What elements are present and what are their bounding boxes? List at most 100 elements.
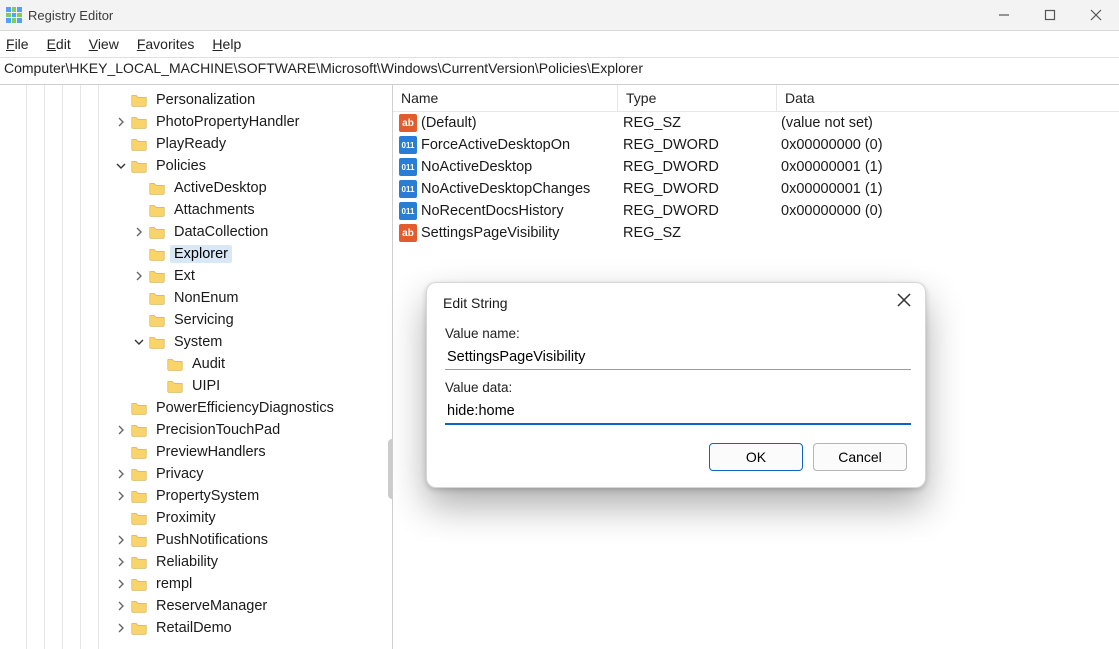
tree-item-label: Policies bbox=[152, 157, 210, 175]
tree-item[interactable]: System bbox=[0, 331, 392, 353]
tree-item[interactable]: Ext bbox=[0, 265, 392, 287]
cancel-button[interactable]: Cancel bbox=[813, 443, 907, 471]
tree-item[interactable]: RetailDemo bbox=[0, 617, 392, 639]
tree-item[interactable]: Attachments bbox=[0, 199, 392, 221]
tree-item[interactable]: Personalization bbox=[0, 89, 392, 111]
value-row[interactable]: abSettingsPageVisibilityREG_SZ bbox=[393, 222, 1119, 244]
value-name-cell: ab(Default) bbox=[393, 114, 615, 132]
menu-view[interactable]: View bbox=[89, 36, 119, 52]
tree-item[interactable]: Audit bbox=[0, 353, 392, 375]
dialog-buttons: OK Cancel bbox=[445, 443, 907, 471]
titlebar-left: Registry Editor bbox=[0, 7, 113, 23]
tree-item-label: DataCollection bbox=[170, 223, 272, 241]
column-header-type[interactable]: Type bbox=[618, 85, 777, 111]
menu-file[interactable]: File bbox=[6, 36, 29, 52]
tree-item[interactable]: PrecisionTouchPad bbox=[0, 419, 392, 441]
value-name-cell: 011NoActiveDesktopChanges bbox=[393, 180, 615, 198]
chevron-right-icon[interactable] bbox=[132, 225, 146, 239]
tree-item[interactable]: NonEnum bbox=[0, 287, 392, 309]
dialog-titlebar: Edit String bbox=[427, 283, 925, 316]
chevron-down-icon[interactable] bbox=[132, 335, 146, 349]
tree-item[interactable]: PlayReady bbox=[0, 133, 392, 155]
value-name-input[interactable] bbox=[445, 345, 911, 370]
tree-item[interactable]: PhotoPropertyHandler bbox=[0, 111, 392, 133]
registry-tree: PersonalizationPhotoPropertyHandlerPlayR… bbox=[0, 85, 392, 639]
value-name-cell: abSettingsPageVisibility bbox=[393, 224, 615, 242]
titlebar: Registry Editor bbox=[0, 0, 1119, 31]
folder-icon bbox=[130, 509, 148, 527]
tree-item[interactable]: ReserveManager bbox=[0, 595, 392, 617]
chevron-right-icon[interactable] bbox=[114, 577, 128, 591]
chevron-right-icon[interactable] bbox=[114, 533, 128, 547]
value-type-cell: REG_DWORD bbox=[615, 203, 773, 219]
ok-button[interactable]: OK bbox=[709, 443, 803, 471]
value-name: NoActiveDesktop bbox=[421, 159, 532, 175]
folder-icon bbox=[130, 597, 148, 615]
chevron-right-icon[interactable] bbox=[114, 115, 128, 129]
tree-item-label: System bbox=[170, 333, 226, 351]
tree-item[interactable]: PushNotifications bbox=[0, 529, 392, 551]
expander-placeholder bbox=[132, 313, 146, 327]
tree-item[interactable]: Proximity bbox=[0, 507, 392, 529]
value-type-cell: REG_DWORD bbox=[615, 137, 773, 153]
expander-placeholder bbox=[150, 357, 164, 371]
chevron-right-icon[interactable] bbox=[114, 423, 128, 437]
tree-item[interactable]: PowerEfficiencyDiagnostics bbox=[0, 397, 392, 419]
value-data-input[interactable] bbox=[445, 399, 911, 425]
minimize-button[interactable] bbox=[981, 0, 1027, 30]
folder-icon bbox=[148, 267, 166, 285]
value-data-cell: 0x00000001 (1) bbox=[773, 159, 1119, 175]
tree-item[interactable]: Servicing bbox=[0, 309, 392, 331]
value-type-cell: REG_SZ bbox=[615, 225, 773, 241]
menu-edit[interactable]: Edit bbox=[47, 36, 71, 52]
chevron-right-icon[interactable] bbox=[114, 599, 128, 613]
chevron-right-icon[interactable] bbox=[132, 269, 146, 283]
reg-sz-icon: ab bbox=[399, 224, 417, 242]
value-name: NoActiveDesktopChanges bbox=[421, 181, 590, 197]
dialog-close-button[interactable] bbox=[897, 293, 911, 312]
value-row[interactable]: ab(Default)REG_SZ(value not set) bbox=[393, 112, 1119, 134]
folder-icon bbox=[148, 311, 166, 329]
expander-placeholder bbox=[132, 247, 146, 261]
reg-dword-icon: 011 bbox=[399, 158, 417, 176]
maximize-button[interactable] bbox=[1027, 0, 1073, 30]
column-header-data[interactable]: Data bbox=[777, 85, 1119, 111]
tree-item[interactable]: Reliability bbox=[0, 551, 392, 573]
value-row[interactable]: 011NoActiveDesktopChangesREG_DWORD0x0000… bbox=[393, 178, 1119, 200]
folder-icon bbox=[130, 399, 148, 417]
tree-item[interactable]: PropertySystem bbox=[0, 485, 392, 507]
tree-item[interactable]: rempl bbox=[0, 573, 392, 595]
tree-item[interactable]: PreviewHandlers bbox=[0, 441, 392, 463]
column-header-name[interactable]: Name bbox=[393, 85, 618, 111]
app-icon bbox=[6, 7, 22, 23]
tree-item[interactable]: ActiveDesktop bbox=[0, 177, 392, 199]
expander-placeholder bbox=[114, 137, 128, 151]
chevron-down-icon[interactable] bbox=[114, 159, 128, 173]
tree-pane[interactable]: PersonalizationPhotoPropertyHandlerPlayR… bbox=[0, 85, 393, 649]
tree-item[interactable]: Explorer bbox=[0, 243, 392, 265]
value-name-cell: 011ForceActiveDesktopOn bbox=[393, 136, 615, 154]
value-row[interactable]: 011NoRecentDocsHistoryREG_DWORD0x0000000… bbox=[393, 200, 1119, 222]
tree-item[interactable]: UIPI bbox=[0, 375, 392, 397]
value-row[interactable]: 011ForceActiveDesktopOnREG_DWORD0x000000… bbox=[393, 134, 1119, 156]
folder-icon bbox=[148, 245, 166, 263]
tree-item-label: Ext bbox=[170, 267, 199, 285]
value-row[interactable]: 011NoActiveDesktopREG_DWORD0x00000001 (1… bbox=[393, 156, 1119, 178]
tree-item-label: NonEnum bbox=[170, 289, 242, 307]
address-bar[interactable]: Computer\HKEY_LOCAL_MACHINE\SOFTWARE\Mic… bbox=[0, 58, 1119, 85]
tree-item-label: Audit bbox=[188, 355, 229, 373]
menu-help[interactable]: Help bbox=[212, 36, 241, 52]
close-button[interactable] bbox=[1073, 0, 1119, 30]
folder-icon bbox=[130, 443, 148, 461]
tree-item-label: Servicing bbox=[170, 311, 238, 329]
chevron-right-icon[interactable] bbox=[114, 555, 128, 569]
tree-item[interactable]: DataCollection bbox=[0, 221, 392, 243]
folder-icon bbox=[148, 179, 166, 197]
chevron-right-icon[interactable] bbox=[114, 489, 128, 503]
tree-item[interactable]: Privacy bbox=[0, 463, 392, 485]
chevron-right-icon[interactable] bbox=[114, 467, 128, 481]
tree-item-label: ReserveManager bbox=[152, 597, 271, 615]
menu-favorites[interactable]: Favorites bbox=[137, 36, 195, 52]
chevron-right-icon[interactable] bbox=[114, 621, 128, 635]
tree-item[interactable]: Policies bbox=[0, 155, 392, 177]
